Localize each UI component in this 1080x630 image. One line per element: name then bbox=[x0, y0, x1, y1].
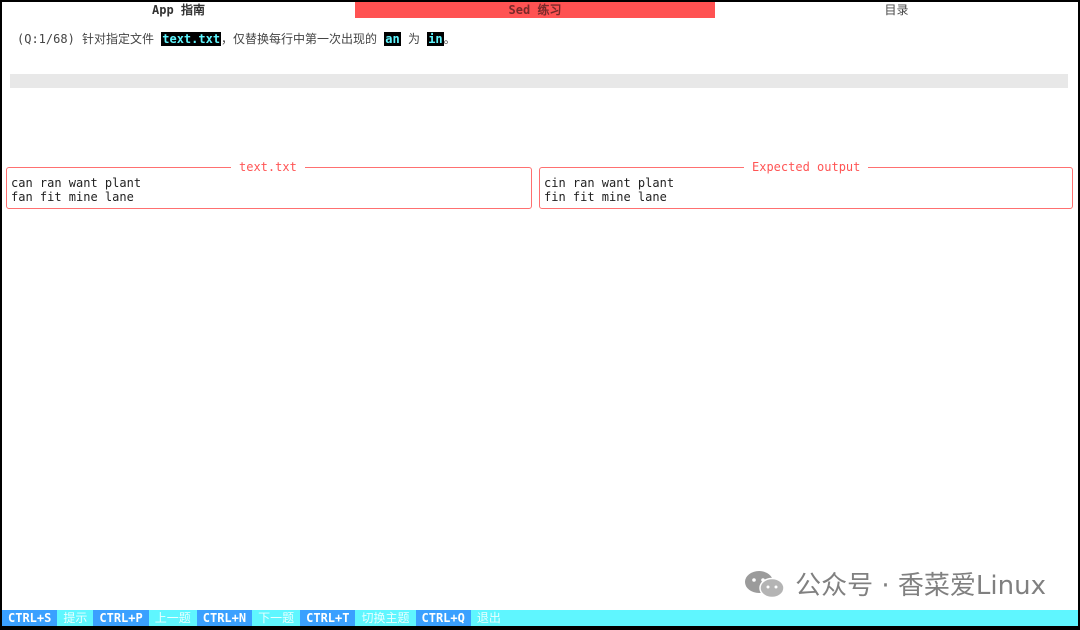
tab-bar: App 指南 Sed 练习 目录 bbox=[2, 2, 1078, 18]
source-file-line: can ran want plant bbox=[11, 176, 142, 190]
question-suffix: 。 bbox=[443, 32, 456, 46]
watermark-text: 公众号 · 香菜爱Linux bbox=[795, 571, 1046, 601]
wechat-icon bbox=[743, 568, 787, 600]
terminal-app: App 指南 Sed 练习 目录 (Q:1/68) 针对指定文件 text.tx… bbox=[2, 2, 1078, 626]
expected-output-panel: Expected output cin ran want plant fin f… bbox=[539, 160, 1073, 209]
command-input[interactable] bbox=[10, 74, 1068, 88]
question-text: (Q:1/68) 针对指定文件 text.txt，仅替换每行中第一次出现的 an… bbox=[17, 31, 456, 47]
shortcut-key-theme[interactable]: CTRL+T bbox=[300, 610, 356, 626]
shortcut-desc-prev: 上一题 bbox=[154, 611, 191, 625]
shortcut-desc-hint: 提示 bbox=[63, 611, 88, 625]
shortcut-key-next[interactable]: CTRL+N bbox=[196, 610, 253, 626]
question-to-word: 为 bbox=[400, 32, 428, 46]
question-file-highlight: text.txt bbox=[161, 32, 222, 46]
source-file-line: fan fit mine lane bbox=[11, 190, 134, 204]
source-file-panel: text.txt can ran want plant fan fit mine… bbox=[6, 160, 532, 209]
expected-output-line: fin fit mine lane bbox=[544, 190, 667, 204]
shortcut-key-hint[interactable]: CTRL+S bbox=[2, 610, 58, 626]
tab-app-guide[interactable]: App 指南 bbox=[2, 2, 355, 18]
tab-sed-practice[interactable]: Sed 练习 bbox=[355, 2, 715, 18]
shortcut-desc-theme: 切换主题 bbox=[361, 611, 410, 625]
tab-contents[interactable]: 目录 bbox=[715, 2, 1078, 18]
expected-output-panel-title: Expected output bbox=[744, 160, 869, 174]
source-file-content: can ran want plant fan fit mine lane bbox=[11, 176, 141, 204]
expected-output-content: cin ran want plant fin fit mine lane bbox=[544, 176, 674, 204]
shortcut-desc-quit: 退出 bbox=[476, 611, 501, 625]
source-file-panel-title: text.txt bbox=[231, 160, 305, 174]
shortcut-bar: CTRL+S 提示 CTRL+P 上一题 CTRL+N 下一题 CTRL+T 切… bbox=[2, 610, 1078, 626]
question-prefix: (Q:1/68) 针对指定文件 bbox=[17, 32, 162, 46]
expected-output-line: cin ran want plant bbox=[544, 176, 675, 190]
question-to-highlight: in bbox=[427, 32, 444, 46]
question-from-highlight: an bbox=[384, 32, 401, 46]
shortcut-key-quit[interactable]: CTRL+Q bbox=[415, 610, 471, 626]
shortcut-desc-next: 下一题 bbox=[258, 611, 295, 625]
watermark: 公众号 · 香菜爱Linux bbox=[743, 565, 1046, 602]
question-mid: ，仅替换每行中第一次出现的 bbox=[221, 32, 385, 46]
shortcut-key-prev[interactable]: CTRL+P bbox=[93, 610, 149, 626]
